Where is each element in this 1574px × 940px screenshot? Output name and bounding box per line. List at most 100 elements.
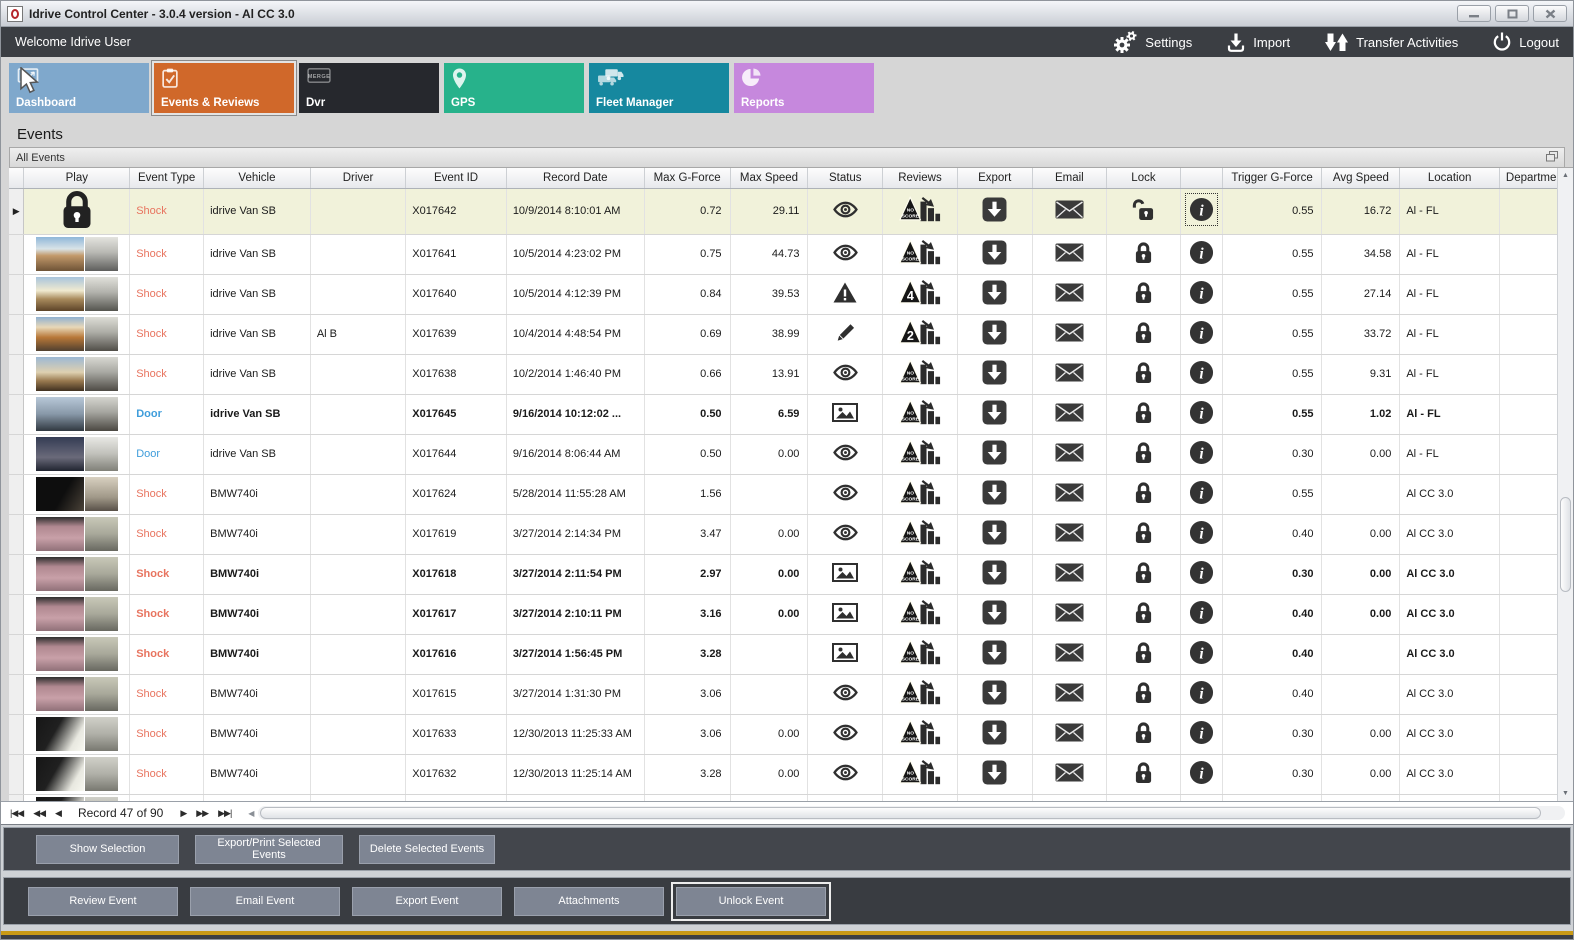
- email-icon[interactable]: [1055, 723, 1084, 742]
- unlock-event-button[interactable]: Unlock Event: [676, 886, 826, 916]
- column-header-info[interactable]: [1180, 168, 1223, 189]
- nav-tile-dvr[interactable]: MERGE Dvr: [299, 63, 439, 113]
- table-row[interactable]: Shock idrive Van SB X017640 10/5/2014 4:12:…: [9, 274, 1573, 315]
- status-image-icon[interactable]: [832, 643, 859, 662]
- export-icon[interactable]: [982, 240, 1007, 265]
- show-selection-button[interactable]: Show Selection: [36, 834, 179, 864]
- email-icon[interactable]: [1055, 603, 1084, 622]
- column-header-driver[interactable]: Driver: [310, 168, 407, 189]
- table-row[interactable]: Shock BMW740i X017617 3/27/2014 2:10:11 PM 3…: [9, 594, 1573, 635]
- column-header-email[interactable]: Email: [1032, 168, 1108, 189]
- email-icon[interactable]: [1055, 323, 1084, 342]
- status-viewed-eye-icon[interactable]: [832, 244, 859, 261]
- column-header-export[interactable]: Export: [957, 168, 1033, 189]
- table-row[interactable]: Shock idrive Van SB X017641 10/5/2014 4:23:…: [9, 234, 1573, 275]
- reviews-score-icon[interactable]: NO SCORE: [899, 718, 941, 748]
- table-row[interactable]: Shock BMW740i X017632 12/30/2013 11:25:14 A…: [9, 754, 1573, 795]
- column-header-record_date[interactable]: Record Date: [506, 168, 645, 189]
- export-icon[interactable]: [982, 600, 1007, 625]
- export-icon[interactable]: [982, 320, 1007, 345]
- vertical-scroll-thumb[interactable]: [1560, 497, 1571, 593]
- reviews-score-icon[interactable]: NO SCORE: [899, 238, 941, 268]
- play-thumbnail[interactable]: [35, 717, 118, 751]
- reviews-score-icon[interactable]: NO SCORE: [899, 558, 941, 588]
- email-icon[interactable]: [1055, 563, 1084, 582]
- scroll-left-arrow[interactable]: ◀: [244, 809, 258, 818]
- export-icon[interactable]: [982, 640, 1007, 665]
- lock-icon[interactable]: [1134, 521, 1153, 544]
- lock-icon[interactable]: [1134, 441, 1153, 464]
- column-header-status[interactable]: Status: [807, 168, 884, 189]
- transfer-activities-button[interactable]: Transfer Activities: [1324, 32, 1458, 53]
- export-icon[interactable]: [982, 280, 1007, 305]
- reviews-score-icon[interactable]: NO SCORE: [899, 638, 941, 668]
- previous-record-button[interactable]: ◀: [50, 808, 66, 819]
- export-icon[interactable]: [982, 480, 1007, 505]
- vertical-scrollbar[interactable]: ▲ ▼: [1557, 168, 1573, 801]
- lock-icon[interactable]: [1134, 721, 1153, 744]
- status-viewed-eye-icon[interactable]: [832, 524, 859, 541]
- table-row[interactable]: ▶ Shock idrive Van SB X017642 10/9/2014 8:10…: [9, 188, 1573, 235]
- export-icon[interactable]: [982, 720, 1007, 745]
- status-image-icon[interactable]: [832, 603, 859, 622]
- fast-back-button[interactable]: ◀◀: [28, 808, 50, 819]
- info-icon[interactable]: i: [1189, 320, 1214, 345]
- table-row[interactable]: Door idrive Van SB X017644 9/16/2014 8:06:4…: [9, 434, 1573, 475]
- play-thumbnail[interactable]: [35, 597, 118, 631]
- lock-icon[interactable]: [1134, 641, 1153, 664]
- status-viewed-eye-icon[interactable]: [832, 684, 859, 701]
- reviews-score-icon[interactable]: NO SCORE: [899, 478, 941, 508]
- reviews-score-icon[interactable]: NO SCORE: [899, 358, 941, 388]
- play-thumbnail[interactable]: [35, 637, 118, 671]
- email-icon[interactable]: [1055, 443, 1084, 462]
- column-header-event_type[interactable]: Event Type: [129, 168, 205, 189]
- reviews-score-icon[interactable]: NO SCORE: [899, 758, 941, 788]
- status-viewed-eye-icon[interactable]: [832, 364, 859, 381]
- status-edited-pencil-icon[interactable]: [834, 322, 856, 344]
- play-thumbnail[interactable]: [35, 237, 118, 271]
- play-thumbnail[interactable]: [35, 477, 118, 511]
- play-thumbnail[interactable]: [35, 757, 118, 791]
- table-row[interactable]: Shock BMW740i X017615 3/27/2014 1:31:30 PM 3…: [9, 674, 1573, 715]
- locked-event-icon[interactable]: [59, 189, 95, 231]
- play-thumbnail[interactable]: [35, 517, 118, 551]
- settings-button[interactable]: Settings: [1112, 30, 1192, 54]
- column-header-avg_speed[interactable]: Avg Speed: [1321, 168, 1401, 189]
- logout-button[interactable]: Logout: [1492, 32, 1559, 52]
- horizontal-scroll-track[interactable]: [258, 806, 1565, 820]
- lock-icon[interactable]: [1134, 681, 1153, 704]
- info-icon[interactable]: i: [1189, 640, 1214, 665]
- table-row[interactable]: Shock BMW740i X017633 12/30/2013 11:25:33 A…: [9, 714, 1573, 755]
- fast-forward-button[interactable]: ▶▶: [191, 808, 213, 819]
- last-record-button[interactable]: ▶▶|: [213, 808, 236, 819]
- lock-icon[interactable]: [1134, 241, 1153, 264]
- play-thumbnail[interactable]: [35, 397, 118, 431]
- lock-icon[interactable]: [1134, 321, 1153, 344]
- export-icon[interactable]: [982, 680, 1007, 705]
- export-icon[interactable]: [982, 520, 1007, 545]
- info-icon[interactable]: i: [1189, 240, 1214, 265]
- play-thumbnail[interactable]: [35, 357, 118, 391]
- email-icon[interactable]: [1055, 243, 1084, 262]
- info-icon[interactable]: i: [1189, 720, 1214, 745]
- close-button[interactable]: [1533, 5, 1567, 22]
- play-thumbnail[interactable]: [35, 317, 118, 351]
- status-viewed-eye-icon[interactable]: [832, 201, 859, 218]
- table-row[interactable]: Shock idrive Van SB Al B X017639 10/4/2014 4…: [9, 314, 1573, 355]
- export-icon[interactable]: [982, 560, 1007, 585]
- email-icon[interactable]: [1055, 523, 1084, 542]
- scroll-up-arrow[interactable]: ▲: [1558, 168, 1573, 183]
- info-icon[interactable]: i: [1189, 360, 1214, 385]
- info-icon[interactable]: i: [1189, 560, 1214, 585]
- lock-icon[interactable]: [1134, 281, 1153, 304]
- nav-tile-dashboard[interactable]: Dashboard: [9, 63, 149, 113]
- column-header-location[interactable]: Location: [1399, 168, 1500, 189]
- lock-icon[interactable]: [1134, 561, 1153, 584]
- export-icon[interactable]: [982, 360, 1007, 385]
- import-button[interactable]: Import: [1226, 32, 1290, 53]
- lock-icon[interactable]: [1134, 481, 1153, 504]
- column-header-max_g[interactable]: Max G-Force: [644, 168, 731, 189]
- play-thumbnail[interactable]: [35, 797, 118, 801]
- table-row[interactable]: Shock BMW740i X017618 3/27/2014 2:11:54 PM 2…: [9, 554, 1573, 595]
- column-header-trigger_g[interactable]: Trigger G-Force: [1222, 168, 1323, 189]
